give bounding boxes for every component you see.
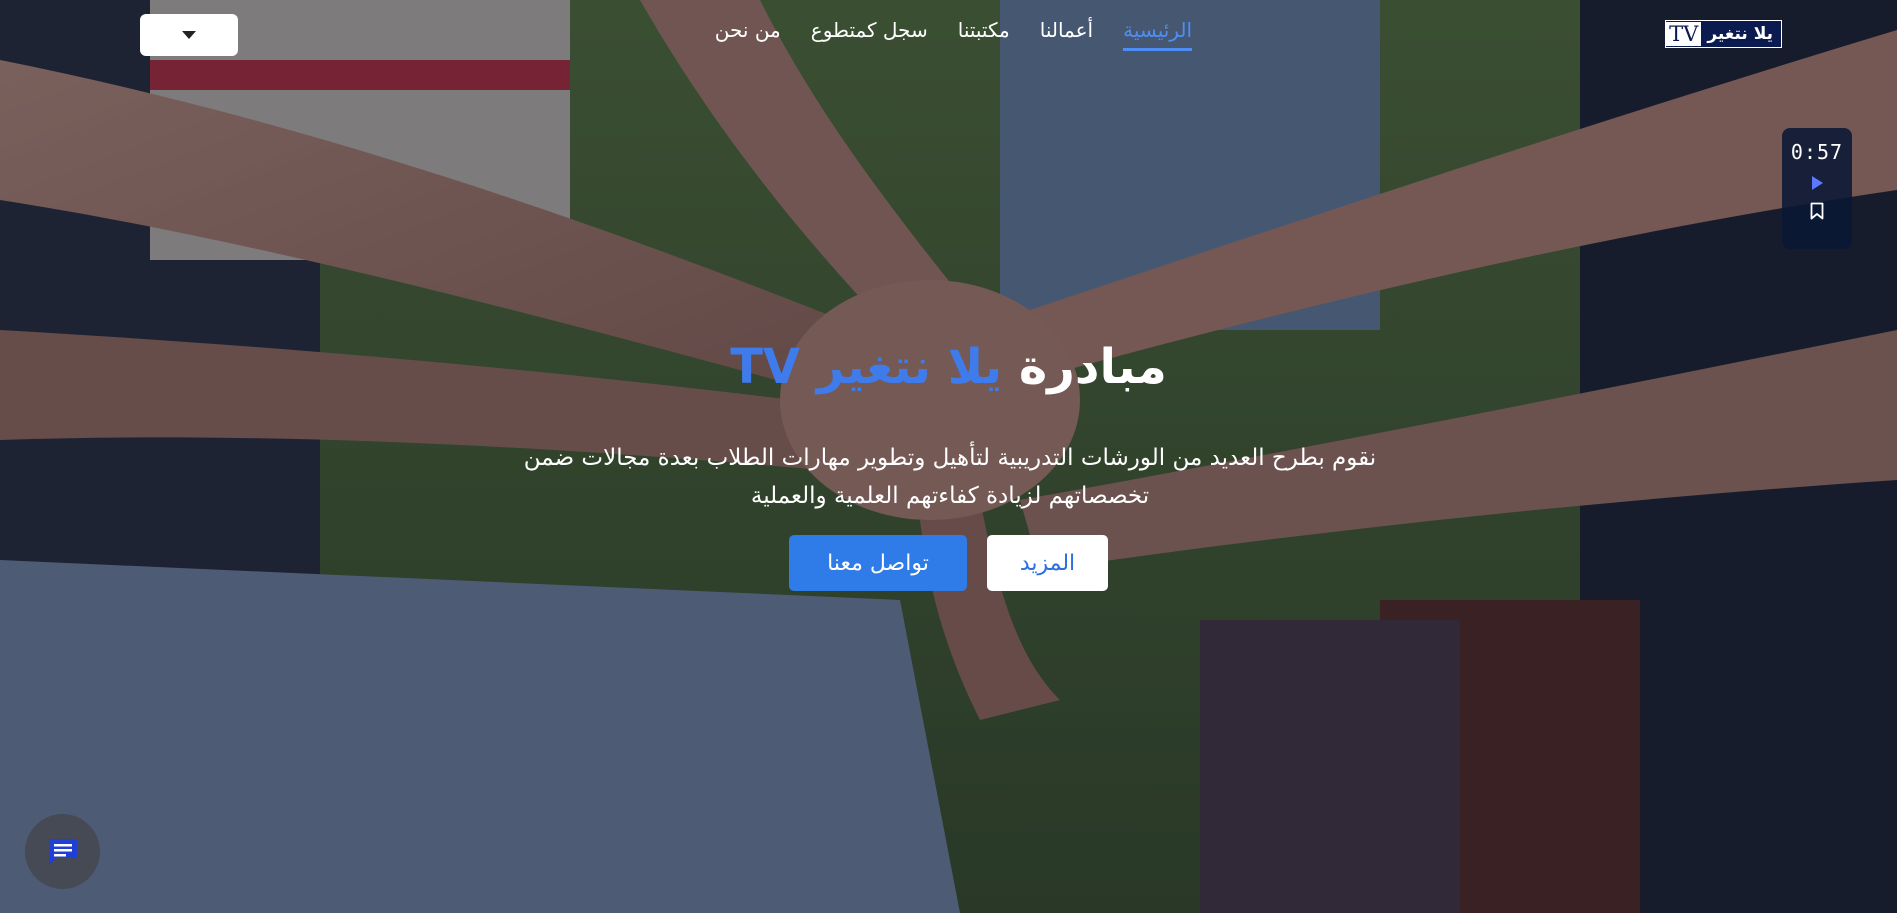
video-timestamp: 0:57 xyxy=(1790,140,1844,164)
video-widget: 0:57 xyxy=(1782,128,1852,249)
caret-down-icon xyxy=(182,31,196,39)
hero-title-accent: يلا نتغير TV xyxy=(730,339,1003,395)
nav-link-home[interactable]: الرئيسية xyxy=(1123,18,1192,51)
hero-title-prefix: مبادرة xyxy=(1018,339,1167,395)
brand-logo-text: يلا نتغير xyxy=(1707,24,1773,44)
nav-link-our-works[interactable]: أعمالنا xyxy=(1040,18,1093,51)
hero-description: نقوم بطرح العديد من الورشات التدريبية لت… xyxy=(523,445,1377,509)
hero-button-row: المزيد تواصل معنا xyxy=(0,535,1897,591)
more-button[interactable]: المزيد xyxy=(987,535,1108,591)
chat-button[interactable] xyxy=(25,814,100,889)
hero-title: مبادرة يلا نتغير TV xyxy=(0,335,1897,399)
bookmark-icon[interactable] xyxy=(1810,202,1824,220)
brand-logo-tv: TV xyxy=(1666,22,1702,46)
nav-links: الرئيسية أعمالنا مكتبتنا سجل كمتطوع من ن… xyxy=(715,18,1192,51)
nav-link-about-us[interactable]: من نحن xyxy=(715,18,781,51)
nav-link-volunteer-register[interactable]: سجل كمتطوع xyxy=(811,18,928,51)
language-dropdown[interactable] xyxy=(140,14,238,56)
contact-us-button[interactable]: تواصل معنا xyxy=(789,535,967,591)
brand-logo[interactable]: يلا نتغير TV xyxy=(1665,20,1782,48)
chat-icon xyxy=(48,838,77,865)
nav-link-library[interactable]: مكتبتنا xyxy=(958,18,1010,51)
play-icon[interactable] xyxy=(1811,176,1823,190)
top-navbar: يلا نتغير TV الرئيسية أعمالنا مكتبتنا سج… xyxy=(0,0,1897,70)
